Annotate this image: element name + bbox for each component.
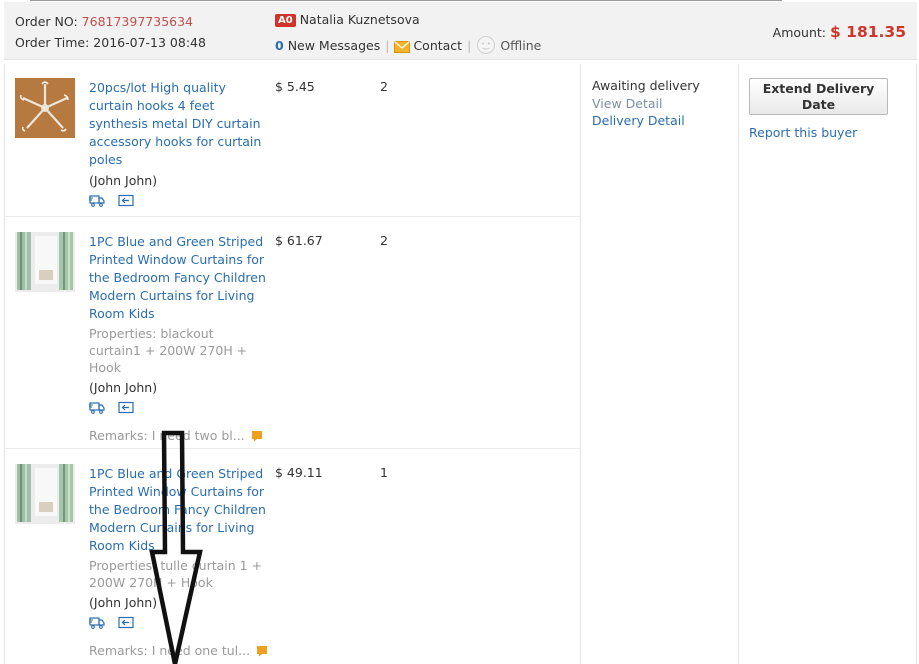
item-remarks: Remarks: I need two bl... <box>89 427 267 445</box>
item-price: $ 49.11 <box>275 465 323 480</box>
column-divider <box>738 64 739 664</box>
item-quantity: 1 <box>380 465 388 480</box>
remarks-text: Remarks: I need one tul... <box>89 643 251 658</box>
status-text: Awaiting delivery <box>592 78 700 93</box>
shipping-truck-icon[interactable] <box>89 194 105 207</box>
remark-flag-icon[interactable] <box>251 430 263 442</box>
buyer-contact-links: 0 New Messages | Contact | Offline <box>275 35 541 55</box>
top-border-line <box>30 0 782 1</box>
buyer-name-label: (John John) <box>89 380 158 395</box>
order-time: Order Time: 2016-07-13 08:48 <box>15 35 206 50</box>
separator: | <box>467 38 472 53</box>
item-price: $ 61.67 <box>275 233 323 248</box>
return-icon[interactable] <box>118 194 134 207</box>
product-thumbnail[interactable] <box>15 78 75 138</box>
amount-value: $ 181.35 <box>830 23 906 41</box>
product-info: 1PC Blue and Green Striped Printed Windo… <box>89 233 267 445</box>
view-detail-link[interactable]: View Detail <box>592 95 700 112</box>
new-messages-count: 0 <box>275 38 284 53</box>
product-title-link[interactable]: 1PC Blue and Green Striped Printed Windo… <box>89 233 267 323</box>
buyer-name-label: (John John) <box>89 173 158 188</box>
buyer-name-label: (John John) <box>89 595 158 610</box>
order-number-value[interactable]: 76817397735634 <box>82 14 193 29</box>
extend-delivery-date-button[interactable]: Extend Delivery Date <box>749 78 888 115</box>
new-messages-label: New Messages <box>287 38 381 53</box>
item-icons <box>89 616 267 632</box>
amount-label: Amount: <box>772 25 827 40</box>
product-thumbnail[interactable] <box>15 464 75 524</box>
striped-curtain-image <box>15 232 75 292</box>
curtain-hooks-image <box>15 78 75 138</box>
order-header: Order NO: 76817397735634 Order Time: 201… <box>4 2 917 60</box>
order-status: Awaiting delivery View Detail Delivery D… <box>592 77 700 129</box>
product-properties: Properties: blackout curtain1 + 200W 270… <box>89 326 248 375</box>
report-buyer-link[interactable]: Report this buyer <box>749 125 888 140</box>
item-quantity: 2 <box>380 233 388 248</box>
delivery-detail-link[interactable]: Delivery Detail <box>592 112 700 129</box>
product-info: 20pcs/lot High quality curtain hooks 4 f… <box>89 79 267 210</box>
contact-link[interactable]: Contact <box>394 38 462 53</box>
separator: | <box>385 38 390 53</box>
column-divider <box>916 64 917 664</box>
offline-face-icon <box>477 36 496 54</box>
buyer-level-badge: A0 <box>275 14 296 27</box>
product-info: 1PC Blue and Green Striped Printed Windo… <box>89 465 268 660</box>
order-amount: Amount: $ 181.35 <box>773 23 906 41</box>
product-thumbnail[interactable] <box>15 232 75 292</box>
item-price: $ 5.45 <box>275 79 315 94</box>
envelope-icon <box>394 41 411 53</box>
shipping-truck-icon[interactable] <box>89 401 105 414</box>
row-divider <box>5 216 580 217</box>
return-icon[interactable] <box>118 616 134 629</box>
order-time-label: Order Time: <box>15 35 90 50</box>
striped-curtain-image <box>15 464 75 524</box>
order-actions: Extend Delivery Date Report this buyer <box>749 78 888 140</box>
product-title-link[interactable]: 1PC Blue and Green Striped Printed Windo… <box>89 465 267 555</box>
remarks-text: Remarks: I need two bl... <box>89 428 245 443</box>
order-time-value: 2016-07-13 08:48 <box>93 35 206 50</box>
column-divider <box>580 64 581 664</box>
order-number-label: Order NO: <box>15 14 78 29</box>
row-divider <box>5 448 580 449</box>
item-remarks: Remarks: I need one tul... <box>89 642 268 660</box>
column-divider <box>4 64 5 664</box>
item-icons <box>89 401 267 417</box>
item-icons <box>89 194 267 210</box>
order-number: Order NO: 76817397735634 <box>15 14 193 29</box>
contact-label: Contact <box>413 38 463 53</box>
remark-flag-icon[interactable] <box>256 645 268 657</box>
buyer-name[interactable]: Natalia Kuznetsova <box>300 12 420 27</box>
online-status: Offline <box>500 38 542 53</box>
product-title-link[interactable]: 20pcs/lot High quality curtain hooks 4 f… <box>89 79 267 169</box>
shipping-truck-icon[interactable] <box>89 616 105 629</box>
item-quantity: 2 <box>380 79 388 94</box>
product-properties: Properties: tulle curtain 1 + 200W 270H … <box>89 558 263 590</box>
new-messages-link[interactable]: 0 New Messages <box>275 38 380 53</box>
buyer-info: A0 Natalia Kuznetsova <box>275 12 420 27</box>
return-icon[interactable] <box>118 401 134 414</box>
